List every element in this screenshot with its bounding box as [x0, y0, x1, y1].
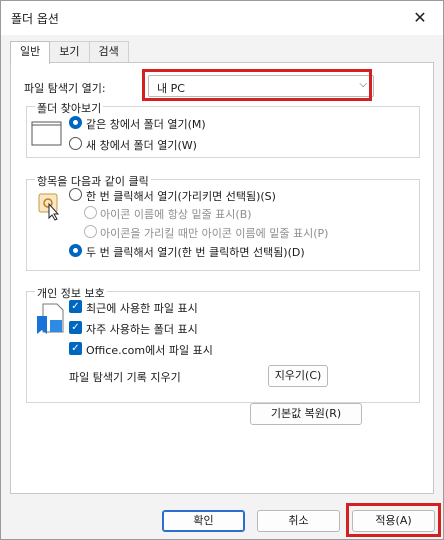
- chevron-down-icon: ⌵: [359, 79, 367, 90]
- close-button[interactable]: ✕: [397, 1, 443, 33]
- radio-same-window[interactable]: [69, 116, 82, 129]
- click-items-title: 항목을 다음과 같이 클릭: [35, 173, 151, 189]
- option-underline-always-label: 아이콘 이름에 항상 밑줄 표시(B): [100, 208, 252, 221]
- cancel-button[interactable]: 취소: [257, 510, 340, 532]
- radio-single-click[interactable]: [69, 188, 82, 201]
- option-recent-files-label: 최근에 사용한 파일 표시: [86, 302, 198, 315]
- checkbox-office-files[interactable]: ✓: [69, 342, 82, 355]
- close-icon: ✕: [413, 7, 427, 27]
- privacy-group: 개인 정보 보호 ✓ 최근에 사용한 파일 표시 ✓ 자주 사용하는 폴더 표시…: [26, 285, 420, 403]
- folder-options-dialog: 폴더 옵션 ✕ 일반 보기 검색 파일 탐색기 열기: 내 PC ⌵ 폴더 찾아…: [0, 0, 444, 540]
- clear-history-label: 파일 탐색기 기록 지우기: [69, 371, 181, 384]
- checkbox-frequent-folders[interactable]: ✓: [69, 321, 82, 334]
- radio-underline-hover[interactable]: [84, 225, 97, 238]
- clear-history-button[interactable]: 지우기(C): [268, 365, 328, 387]
- option-same-window-label: 같은 창에서 폴더 열기(M): [86, 118, 206, 131]
- option-office-files-label: Office.com에서 파일 표시: [86, 344, 213, 357]
- browse-folders-group: 폴더 찾아보기 같은 창에서 폴더 열기(M) 새 창에서 폴더 열기(W): [26, 100, 420, 158]
- browse-folders-title: 폴더 찾아보기: [35, 100, 104, 116]
- option-new-window-label: 새 창에서 폴더 열기(W): [86, 139, 197, 152]
- open-explorer-label: 파일 탐색기 열기:: [24, 82, 106, 95]
- general-tab-panel: 파일 탐색기 열기: 내 PC ⌵ 폴더 찾아보기 같은 창에서 폴더 열기(M…: [10, 62, 434, 494]
- click-items-group: 항목을 다음과 같이 클릭 한 번 클릭해서 열기(가리키면 선택됨)(S) 아…: [26, 173, 420, 271]
- ok-button[interactable]: 확인: [162, 510, 245, 532]
- option-underline-hover-label: 아이콘을 가리킬 때만 아이콘 이름에 밑줄 표시(P): [100, 227, 329, 240]
- restore-defaults-button[interactable]: 기본값 복원(R): [250, 403, 362, 425]
- open-explorer-value: 내 PC: [157, 82, 185, 95]
- privacy-document-icon: [37, 303, 64, 334]
- tab-search[interactable]: 검색: [88, 41, 129, 63]
- option-double-click-label: 두 번 클릭해서 열기(한 번 클릭하면 선택됨)(D): [86, 246, 305, 259]
- option-frequent-folders-label: 자주 사용하는 폴더 표시: [86, 323, 198, 336]
- window-title: 폴더 옵션: [11, 12, 59, 26]
- cursor-click-icon: [38, 193, 60, 221]
- tab-bar: 일반 보기 검색: [10, 41, 129, 64]
- open-explorer-select[interactable]: 내 PC ⌵: [148, 75, 374, 97]
- checkbox-recent-files[interactable]: ✓: [69, 300, 82, 313]
- radio-underline-always[interactable]: [84, 206, 97, 219]
- radio-double-click[interactable]: [69, 244, 82, 257]
- window-icon: [31, 121, 62, 146]
- title-bar: 폴더 옵션 ✕: [1, 1, 443, 35]
- tab-general[interactable]: 일반: [10, 41, 51, 64]
- tab-view[interactable]: 보기: [49, 41, 90, 63]
- privacy-title: 개인 정보 보호: [35, 285, 107, 301]
- radio-new-window[interactable]: [69, 137, 82, 150]
- apply-button[interactable]: 적용(A): [352, 510, 435, 532]
- option-single-click-label: 한 번 클릭해서 열기(가리키면 선택됨)(S): [86, 190, 276, 203]
